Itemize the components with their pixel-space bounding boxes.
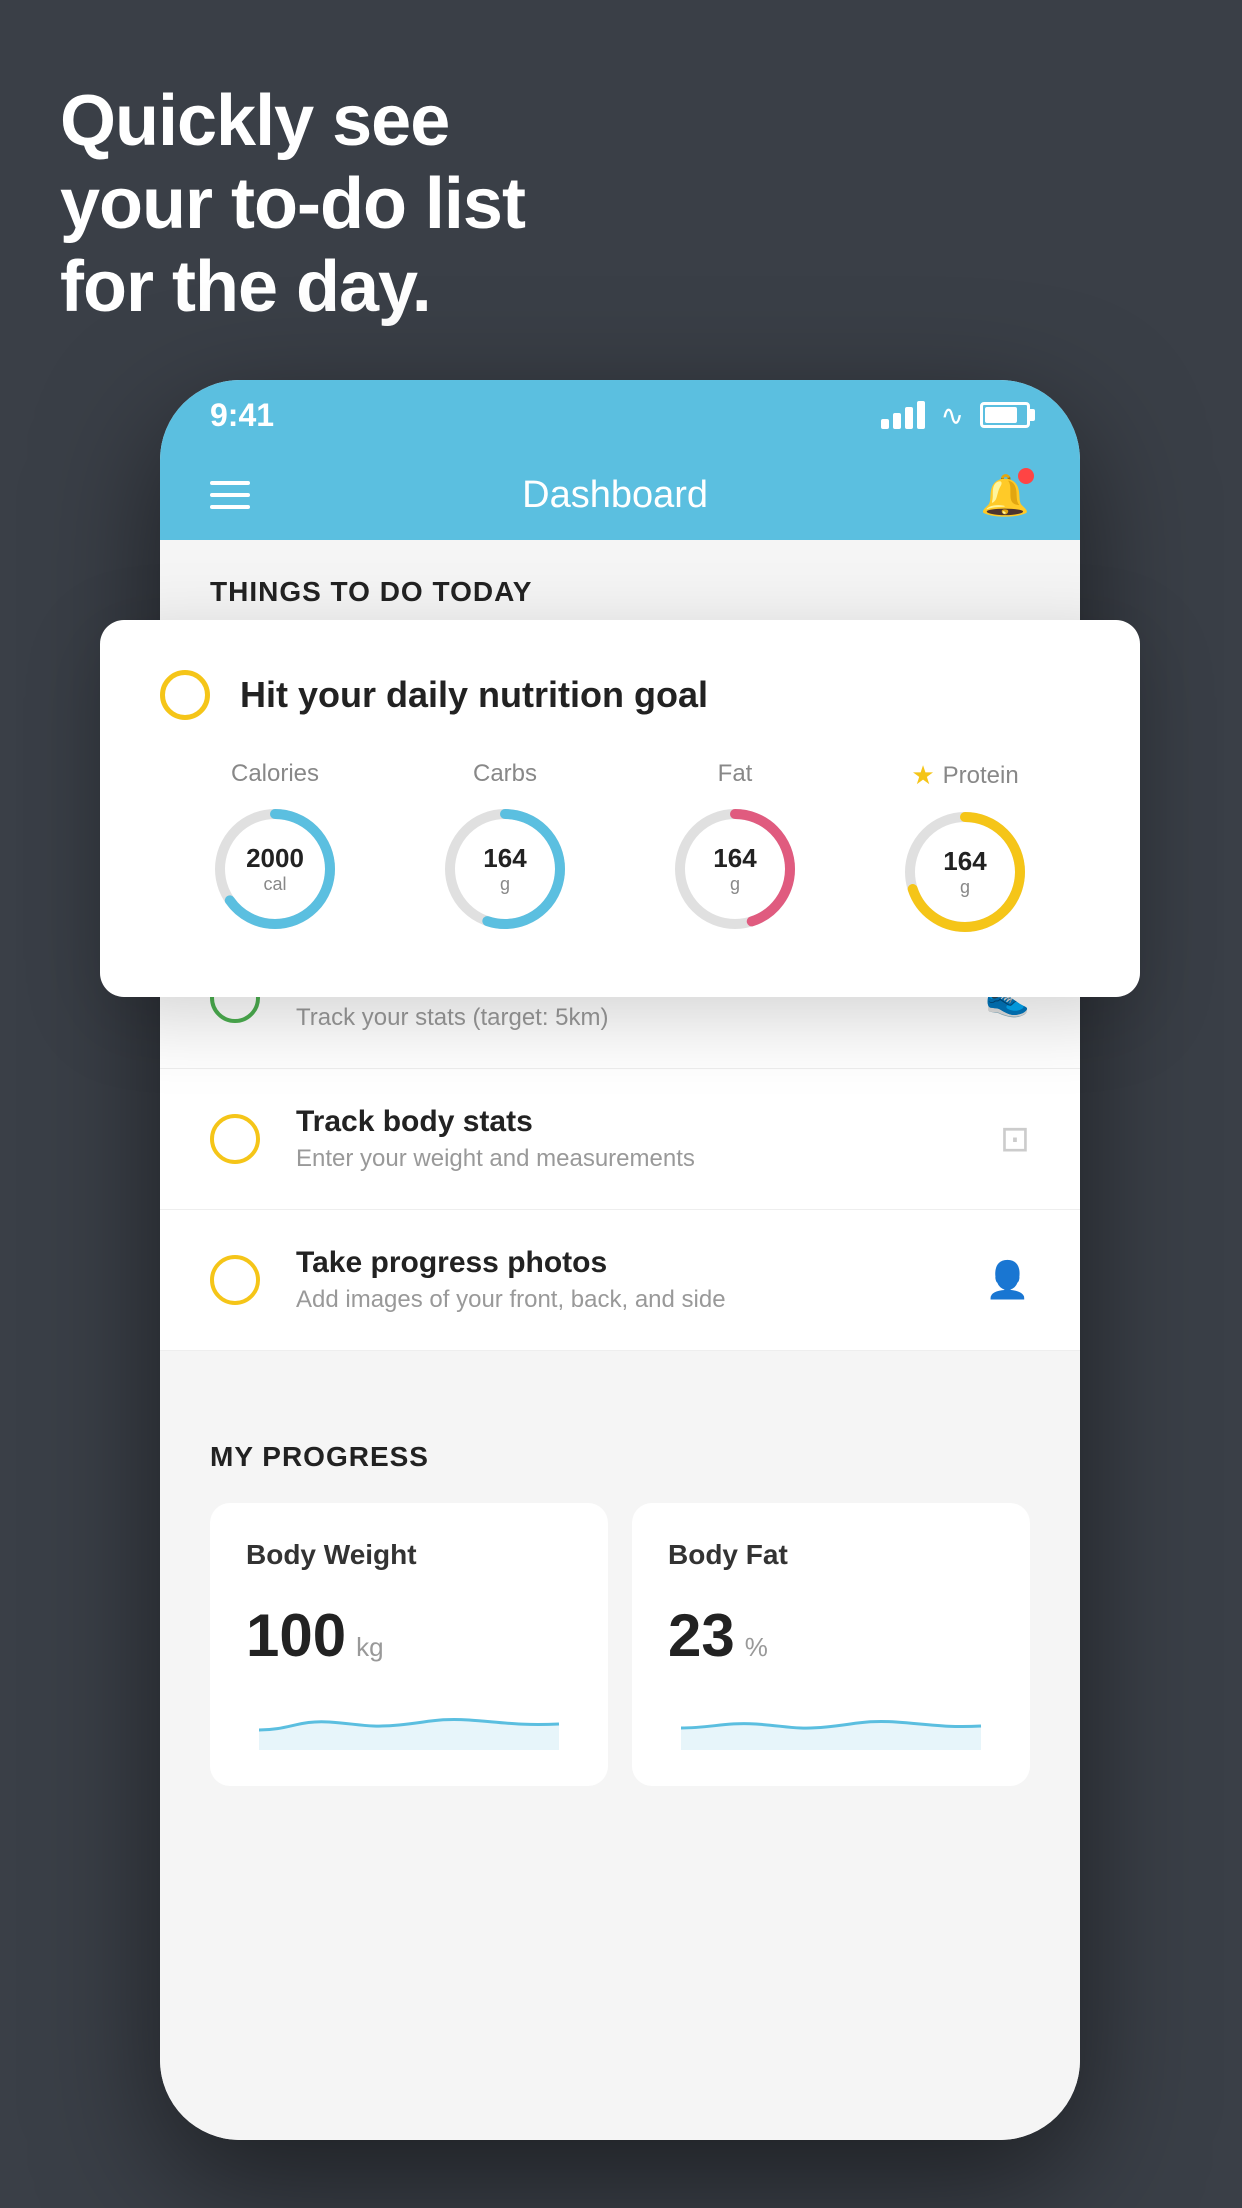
hero-text: Quickly see your to-do list for the day.	[60, 80, 525, 328]
nav-title: Dashboard	[522, 474, 708, 517]
things-today-header: THINGS TO DO TODAY	[160, 540, 1080, 628]
person-photo-icon: 👤	[985, 1259, 1030, 1301]
nutrition-item-fat: Fat 164 g	[670, 760, 800, 934]
todo-circle-photos	[210, 1255, 260, 1305]
carbs-label: Carbs	[473, 760, 537, 788]
todo-title-body-stats: Track body stats	[296, 1105, 964, 1139]
body-fat-unit: %	[745, 1632, 768, 1663]
body-weight-chart	[246, 1690, 572, 1750]
nutrition-row: Calories 2000 cal Carbs	[160, 760, 1080, 937]
card-title-row: Hit your daily nutrition goal	[160, 670, 1080, 720]
progress-cards: Body Weight 100 kg Body Fat	[210, 1503, 1030, 1786]
card-circle-check[interactable]	[160, 670, 210, 720]
todo-text-body-stats: Track body stats Enter your weight and m…	[296, 1105, 964, 1173]
card-title: Hit your daily nutrition goal	[240, 674, 708, 716]
body-fat-value: 23	[668, 1601, 735, 1670]
todo-item-body-stats[interactable]: Track body stats Enter your weight and m…	[160, 1069, 1080, 1210]
battery-icon	[980, 402, 1030, 428]
todo-circle-body-stats	[210, 1114, 260, 1164]
menu-button[interactable]	[210, 481, 250, 509]
calories-label: Calories	[231, 760, 319, 788]
wifi-icon: ∿	[941, 399, 964, 432]
nutrition-item-protein: ★ Protein 164 g	[900, 760, 1030, 937]
star-icon: ★	[911, 760, 934, 791]
signal-icon	[881, 401, 925, 429]
protein-chart: 164 g	[900, 807, 1030, 937]
protein-label: Protein	[943, 762, 1019, 790]
todo-text-photos: Take progress photos Add images of your …	[296, 1246, 949, 1314]
todo-subtitle-photos: Add images of your front, back, and side	[296, 1286, 949, 1314]
scale-icon: ⊡	[1000, 1118, 1030, 1160]
fat-label: Fat	[718, 760, 753, 788]
body-weight-title: Body Weight	[246, 1539, 572, 1571]
todo-title-photos: Take progress photos	[296, 1246, 949, 1280]
status-time: 9:41	[210, 397, 274, 434]
calories-chart: 2000 cal	[210, 804, 340, 934]
calories-value: 2000 cal	[246, 843, 304, 895]
fat-value: 164 g	[713, 843, 756, 895]
notification-badge	[1018, 468, 1034, 484]
body-weight-value-row: 100 kg	[246, 1601, 572, 1670]
status-icons: ∿	[881, 399, 1030, 432]
notification-button[interactable]: 🔔	[980, 472, 1030, 519]
todo-subtitle-body-stats: Enter your weight and measurements	[296, 1145, 964, 1173]
status-bar: 9:41 ∿	[160, 380, 1080, 450]
todo-item-photos[interactable]: Take progress photos Add images of your …	[160, 1210, 1080, 1351]
nutrition-item-calories: Calories 2000 cal	[210, 760, 340, 934]
carbs-chart: 164 g	[440, 804, 570, 934]
progress-section-title: MY PROGRESS	[210, 1441, 1030, 1473]
body-weight-value: 100	[246, 1601, 346, 1670]
nutrition-card: Hit your daily nutrition goal Calories 2…	[100, 620, 1140, 997]
progress-section: MY PROGRESS Body Weight 100 kg	[160, 1391, 1080, 1786]
todo-subtitle-running: Track your stats (target: 5km)	[296, 1004, 949, 1032]
body-fat-chart	[668, 1690, 994, 1750]
nav-bar: Dashboard 🔔	[160, 450, 1080, 540]
body-weight-card[interactable]: Body Weight 100 kg	[210, 1503, 608, 1786]
body-fat-card[interactable]: Body Fat 23 %	[632, 1503, 1030, 1786]
protein-value: 164 g	[943, 846, 986, 898]
carbs-value: 164 g	[483, 843, 526, 895]
body-fat-value-row: 23 %	[668, 1601, 994, 1670]
fat-chart: 164 g	[670, 804, 800, 934]
protein-label-row: ★ Protein	[911, 760, 1018, 791]
body-fat-title: Body Fat	[668, 1539, 994, 1571]
body-weight-unit: kg	[356, 1632, 383, 1663]
nutrition-item-carbs: Carbs 164 g	[440, 760, 570, 934]
